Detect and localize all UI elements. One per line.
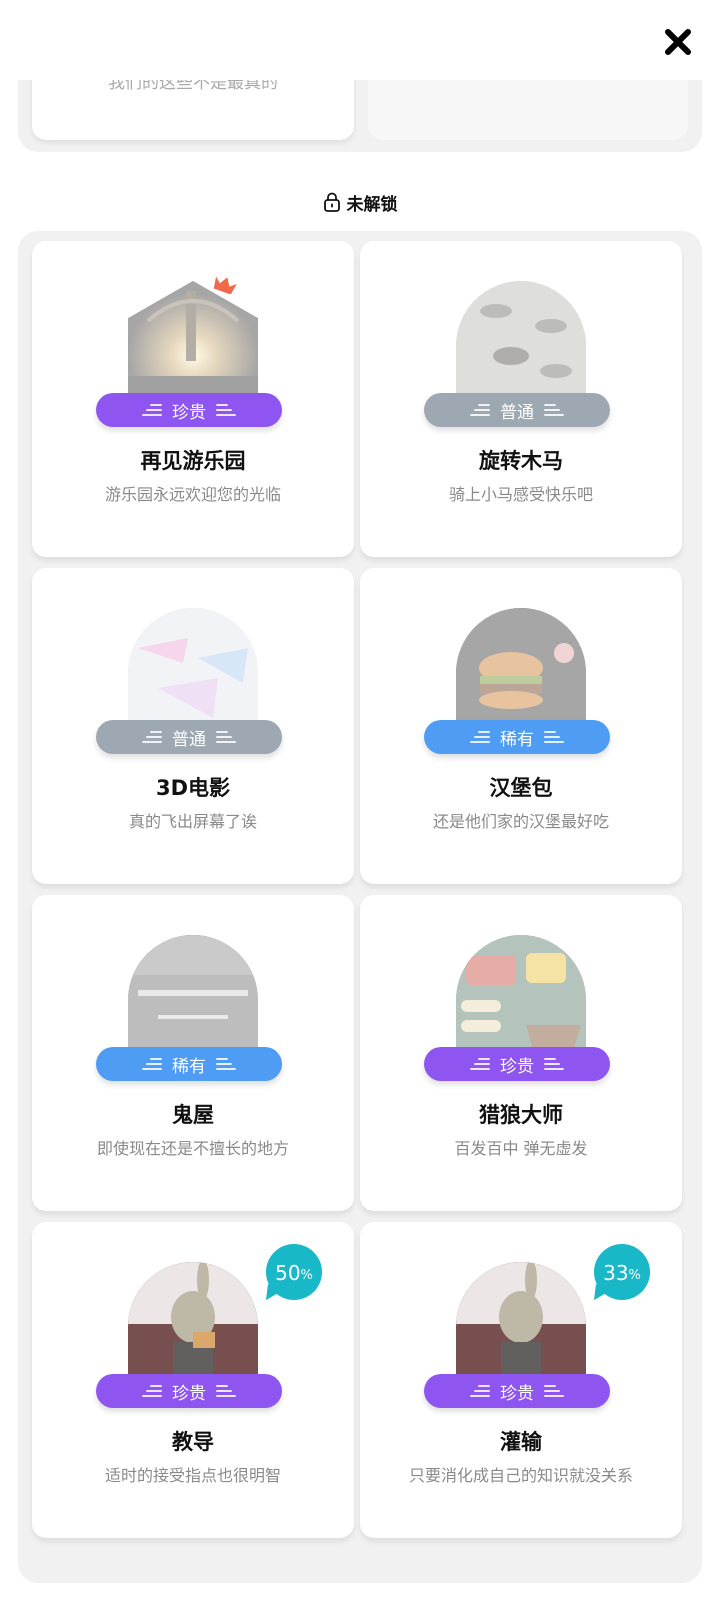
wolf-hunter-game-image <box>456 935 586 1059</box>
card-desc: 即使现在还是不擅长的地方 <box>96 1139 289 1158</box>
collectible-card[interactable]: 50% 珍贵 教导 适时的接受指点也很明智 <box>32 1222 354 1538</box>
haunted-house-image <box>128 935 258 1059</box>
card-desc: 只要消化成自己的知识就没关系 <box>408 1466 633 1485</box>
rarity-badge: 普通 <box>424 393 610 427</box>
crown-icon <box>213 276 237 294</box>
progress-bubble: 50% <box>264 1244 324 1304</box>
card-title: 汉堡包 <box>489 776 553 800</box>
rarity-badge: 珍贵 <box>424 1374 610 1408</box>
card-desc: 还是他们家的汉堡最好吃 <box>432 812 609 831</box>
rarity-badge: 稀有 <box>424 720 610 754</box>
amusement-park-hexagon-image <box>128 281 258 405</box>
card-title: 3D电影 <box>155 776 231 800</box>
rabbit-theater-image <box>128 1262 258 1386</box>
locked-section-header: 未解锁 <box>0 190 720 215</box>
rarity-badge: 珍贵 <box>424 1047 610 1081</box>
card-title: 鬼屋 <box>172 1103 214 1127</box>
rarity-badge: 珍贵 <box>96 1374 282 1408</box>
progress-unit: % <box>628 1268 641 1283</box>
progress-bubble: 33% <box>592 1244 652 1304</box>
close-button[interactable] <box>660 24 696 60</box>
card-desc: 真的飞出屏幕了诶 <box>128 812 257 831</box>
card-title: 旋转木马 <box>479 449 563 473</box>
locked-section-title: 未解锁 <box>346 194 398 215</box>
close-icon <box>665 29 691 55</box>
card-desc: 游乐园永远欢迎您的光临 <box>104 485 281 504</box>
collectible-card[interactable]: 稀有 汉堡包 还是他们家的汉堡最好吃 <box>360 568 682 884</box>
progress-unit: % <box>300 1268 313 1283</box>
rarity-badge: 普通 <box>96 720 282 754</box>
lock-icon <box>323 192 340 212</box>
card-title: 再见游乐园 <box>140 449 246 473</box>
rabbit-theater-image <box>456 1262 586 1386</box>
card-desc: 百发百中 弹无虚发 <box>454 1139 588 1158</box>
collectible-card[interactable]: 普通 3D电影 真的飞出屏幕了诶 <box>32 568 354 884</box>
collectible-card[interactable]: 33% 珍贵 灌输 只要消化成自己的知识就没关系 <box>360 1222 682 1538</box>
card-title: 猎狼大师 <box>479 1103 563 1127</box>
rarity-badge: 珍贵 <box>96 393 282 427</box>
card-desc: 适时的接受指点也很明智 <box>104 1466 281 1485</box>
3d-movie-image <box>128 608 258 732</box>
collectible-card[interactable]: 普通 旋转木马 骑上小马感受快乐吧 <box>360 241 682 557</box>
progress-value: 33 <box>603 1261 629 1285</box>
carousel-image <box>456 281 586 405</box>
card-desc: 骑上小马感受快乐吧 <box>448 485 593 504</box>
hamburger-image <box>456 608 586 732</box>
locked-grid: 珍贵 再见游乐园 游乐园永远欢迎您的光临 普通 旋转木马 骑上小马感受快乐吧 普… <box>18 231 702 1583</box>
collectible-card[interactable]: 珍贵 猎狼大师 百发百中 弹无虚发 <box>360 895 682 1211</box>
card-title: 灌输 <box>500 1430 542 1454</box>
collectible-card[interactable]: 稀有 鬼屋 即使现在还是不擅长的地方 <box>32 895 354 1211</box>
rarity-badge: 稀有 <box>96 1047 282 1081</box>
collectible-card[interactable]: 珍贵 再见游乐园 游乐园永远欢迎您的光临 <box>32 241 354 557</box>
top-bar <box>0 0 720 80</box>
progress-value: 50 <box>275 1261 301 1285</box>
card-title: 教导 <box>172 1430 214 1454</box>
